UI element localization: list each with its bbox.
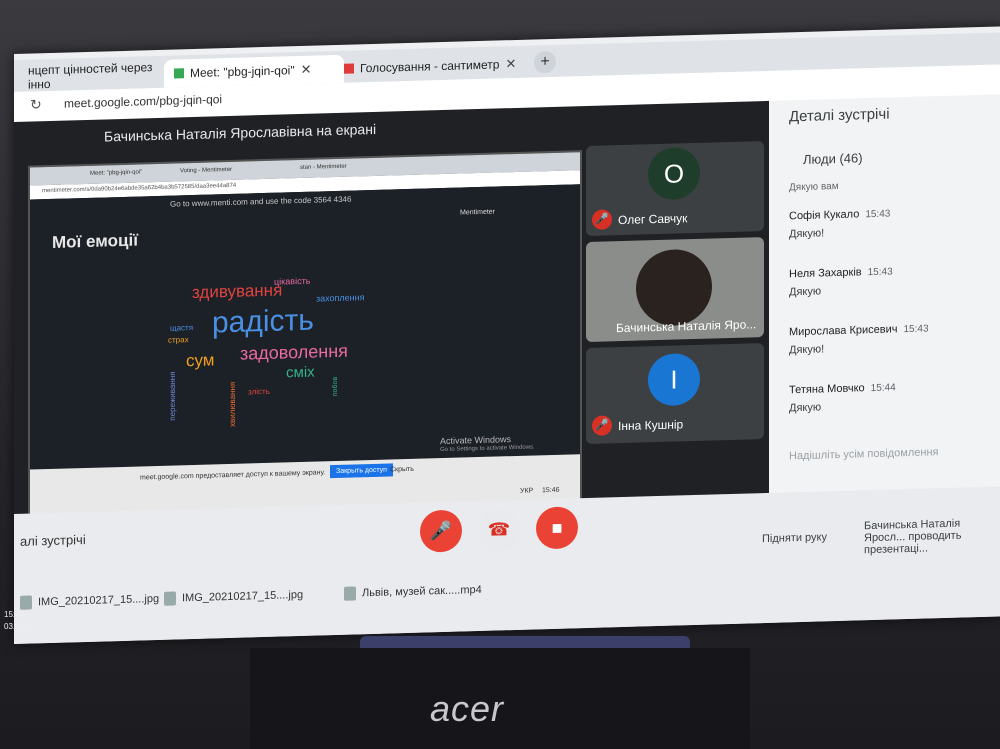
word-smikh: сміх — [286, 363, 315, 382]
msg-time: 15:43 — [867, 266, 893, 279]
chat-cut-message: Дякую вам — [789, 180, 839, 194]
download-name: Львів, музей сак.....mp4 — [362, 583, 482, 600]
mic-off-icon: 🎤 — [592, 415, 612, 436]
meet-bottom-bar: алі зустрічі 🎤 ☎ ■ Підняти руку Бачинськ… — [14, 486, 1000, 644]
mentimeter-icon — [344, 63, 354, 74]
msg-time: 15:43 — [903, 323, 929, 336]
close-icon[interactable]: ✕ — [505, 56, 516, 72]
download-item[interactable]: Львів, музей сак.....mp4 — [344, 583, 482, 601]
leave-call-button[interactable]: ☎ — [478, 507, 520, 552]
avatar: О — [648, 146, 700, 201]
inner-tab: stan - Mentimeter — [300, 163, 347, 172]
video-file-icon — [344, 586, 356, 601]
word-zlist: злість — [248, 386, 270, 397]
desktop-date: 03.2021 — [4, 622, 33, 631]
word-zadovolennia: задоволення — [240, 340, 348, 364]
word-zakhoplennia: захоплення — [316, 292, 365, 304]
word-zdyvuvannia: здивування — [192, 280, 283, 303]
msg-time: 15:43 — [865, 208, 891, 221]
inner-url: mentimeter.com/s/0da90b24e6abde35a62b4ba… — [42, 182, 237, 195]
stop-sharing-button[interactable]: Закрыть доступ — [330, 463, 393, 479]
tab-label: Meet: "pbg-jqin-qoi" — [190, 63, 295, 81]
inner-tab: Meet: "pbg-jqin-qoi" — [90, 169, 143, 177]
image-file-icon — [20, 595, 32, 610]
image-file-icon — [164, 591, 176, 606]
word-shchastia: щастя — [170, 322, 194, 333]
url-field[interactable]: meet.google.com/pbg-jqin-qoi — [64, 92, 222, 110]
download-item[interactable]: IMG_20210217_15....jpg — [20, 592, 159, 610]
laptop-screen: нцепт цінностей через інно Meet: "pbg-jq… — [14, 26, 1000, 644]
word-pobov: побов — [332, 376, 340, 397]
meeting-details-toggle[interactable]: алі зустрічі — [20, 532, 86, 549]
word-cloud: радість здивування задоволення сум сміх … — [30, 184, 580, 469]
tray-clock: 15:46 — [542, 486, 560, 495]
msg-text: Дякую! — [789, 343, 825, 357]
tab-label: Голосування - сантиметр — [360, 57, 500, 76]
presenting-button[interactable]: Бачинська Наталія Яросл... проводить пре… — [864, 516, 1000, 557]
word-radist: радість — [212, 303, 314, 340]
hide-button[interactable]: Скрыть — [390, 466, 414, 474]
shared-screen: Meet: "pbg-jqin-qoi" Voting - Mentimeter… — [28, 150, 582, 520]
word-sum: сум — [186, 350, 215, 371]
share-notice: meet.google.com предоставляет доступ к в… — [140, 469, 326, 482]
avatar: І — [648, 352, 700, 407]
chat-message: Неля Захарків 15:43 Дякую — [789, 259, 989, 299]
inner-tab: Voting - Mentimeter — [180, 166, 233, 175]
chat-input[interactable]: Надішліть усім повідомлення — [789, 446, 938, 462]
chat-message: Тетяна Мовчко 15:44 Дякую — [789, 375, 989, 415]
download-name: IMG_20210217_15....jpg — [182, 588, 304, 605]
participant-name: Олег Савчук — [618, 211, 688, 228]
msg-author: Мирослава Крисевич — [789, 323, 898, 339]
tray-language: УКР — [520, 487, 534, 495]
activate-windows: Activate Windows — [440, 434, 512, 447]
msg-text: Дякую! — [789, 227, 825, 241]
raise-hand-button[interactable]: Підняти руку — [762, 531, 827, 545]
reload-icon[interactable]: ↻ — [30, 96, 42, 113]
mic-toggle-button[interactable]: 🎤 — [420, 509, 462, 553]
msg-author: Тетяна Мовчко — [789, 382, 865, 397]
download-item[interactable]: IMG_20210217_15....jpg — [164, 588, 303, 606]
download-name: IMG_20210217_15....jpg — [38, 592, 160, 609]
close-icon[interactable]: ✕ — [301, 62, 312, 78]
tab-label: нцепт цінностей через інно — [28, 60, 153, 92]
msg-author: Неля Захарків — [789, 266, 862, 281]
mic-off-icon: 🎤 — [592, 209, 612, 230]
tab-innovation[interactable]: нцепт цінностей через інно — [18, 60, 168, 92]
word-strakh: страх — [168, 335, 189, 345]
participant-tile[interactable]: О 🎤 Олег Савчук — [586, 141, 764, 237]
participant-name: Інна Кушнір — [618, 417, 684, 434]
msg-time: 15:44 — [870, 382, 896, 395]
word-khvyliuvannia: хвилювання — [228, 381, 238, 428]
panel-title: Деталі зустрічі — [789, 105, 890, 126]
video-feed — [636, 248, 712, 327]
msg-text: Дякую — [789, 285, 822, 299]
acer-logo: acer — [430, 688, 505, 729]
desktop-clock: 15:46 — [4, 610, 25, 619]
participant-tile[interactable]: Бачинська Наталія Яро... — [586, 237, 764, 343]
participant-name: Бачинська Наталія Яро... — [616, 317, 757, 336]
meet-icon — [174, 68, 184, 79]
mentimeter-slide: Go to www.menti.com and use the code 356… — [30, 184, 580, 470]
chat-message: Мирослава Крисевич 15:43 Дякую! — [789, 316, 999, 356]
word-perezhyvannia: переживання — [168, 371, 178, 421]
presenter-banner-text: Бачинська Наталія Ярославівна на екрані — [104, 120, 377, 145]
word-tsikavist: цікавість — [274, 275, 311, 287]
participant-tile[interactable]: І 🎤 Інна Кушнір — [586, 343, 764, 445]
chat-message: Софія Кукало 15:43 Дякую! — [789, 201, 989, 241]
new-tab-button[interactable]: + — [534, 50, 556, 74]
people-tab[interactable]: Люди (46) — [803, 150, 863, 167]
msg-author: Софія Кукало — [789, 208, 860, 223]
camera-toggle-button[interactable]: ■ — [536, 506, 578, 550]
msg-text: Дякую — [789, 401, 822, 415]
